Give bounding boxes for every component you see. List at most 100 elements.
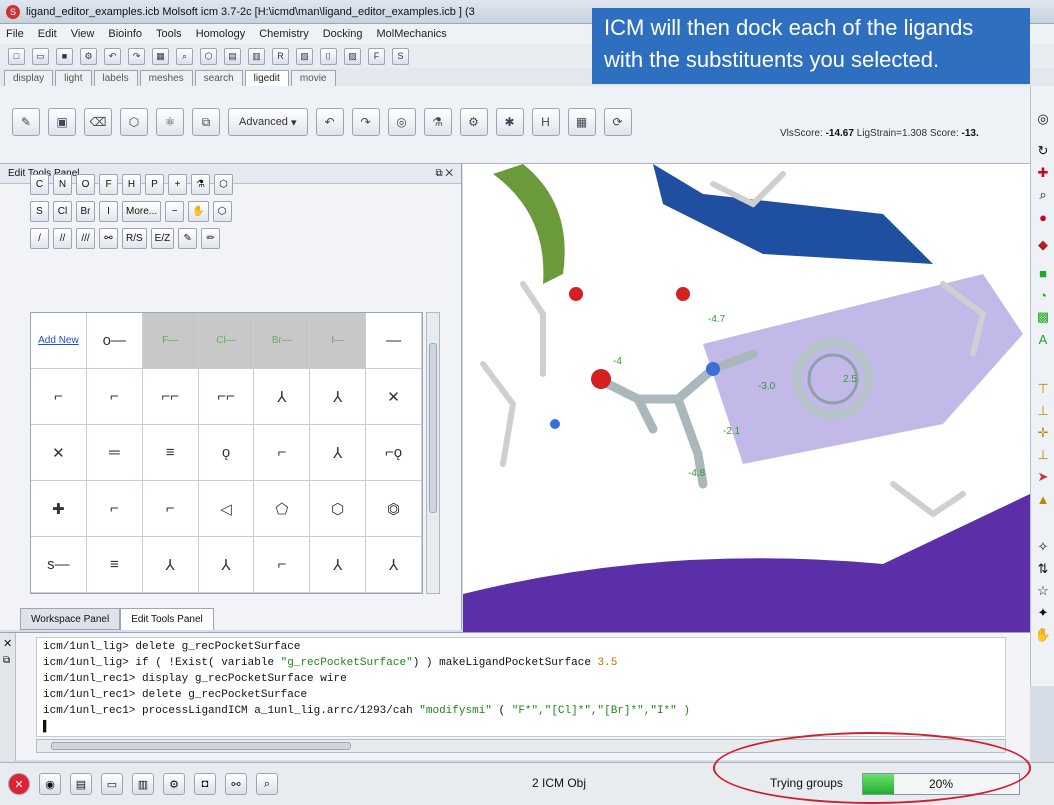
element-h-button[interactable]: H [122,174,141,195]
image-icon[interactable]: ▣ [48,108,76,136]
pencil-icon[interactable]: ✏ [201,228,221,249]
tab-ligedit[interactable]: ligedit [244,70,289,86]
dock-options-icon[interactable]: ⚙ [459,108,488,136]
open-folder-icon[interactable]: ▭ [32,47,49,65]
terminal-output[interactable]: icm/1unl_lig> delete g_recPocketSurface i… [36,637,1006,737]
color-icon[interactable]: ● [1034,208,1052,226]
element-f-button[interactable]: F [99,174,118,195]
fragment-cell[interactable]: o— [86,313,143,369]
record-icon[interactable]: ◉ [39,773,61,795]
hand-icon[interactable]: ✋ [1034,626,1052,644]
charge-plus-button[interactable]: + [168,174,187,195]
charge-minus-button[interactable]: − [165,201,185,222]
chem-table-icon[interactable]: ▧ [296,47,313,65]
flask-icon[interactable]: ⚗ [191,174,210,195]
copy-icon[interactable]: ⧉ [192,108,220,136]
align-mid-icon[interactable]: ⊥ [1034,402,1052,420]
double-bond-icon[interactable]: // [53,228,72,249]
element-cl-button[interactable]: Cl [53,201,72,222]
cursor-icon[interactable]: ➤ [1034,468,1052,486]
link-icon[interactable]: ⚯ [99,228,118,249]
menu-view[interactable]: View [71,28,95,40]
undo-icon[interactable]: ↶ [104,47,121,65]
sketch-icon[interactable]: ✎ [12,108,40,136]
surface-icon[interactable]: ◆ [1034,236,1052,254]
close-icon[interactable]: ✕ [445,168,453,179]
float-icon[interactable]: ⧉ [435,168,442,179]
menu-docking[interactable]: Docking [323,28,363,40]
molecule-icon[interactable]: ⬡ [200,47,217,65]
menu-file[interactable]: File [6,28,24,40]
element-o-button[interactable]: O [76,174,95,195]
fragment-cell[interactable]: ✕ [366,369,422,425]
chem-icon[interactable]: ▨ [344,47,361,65]
close-icon[interactable]: ✕ [3,637,12,650]
tab-light[interactable]: light [55,70,92,86]
chart-icon[interactable]: ▥ [248,47,265,65]
rotate-icon[interactable]: ↻ [1034,142,1052,160]
minimize-icon[interactable]: ✱ [495,108,524,136]
fragment-cell[interactable]: ⌐ [254,537,311,593]
s-icon[interactable]: S [392,47,409,65]
fragment-cell[interactable]: ⌐ [254,425,311,481]
add-new-link[interactable]: Add New [31,313,87,369]
wand-icon[interactable]: ✧ [1034,538,1052,556]
scrollbar-thumb[interactable] [429,343,437,513]
tab-meshes[interactable]: meshes [139,70,193,86]
fragment-cell[interactable]: ✚ [31,481,87,537]
menu-edit[interactable]: Edit [38,28,57,40]
new-file-icon[interactable]: □ [8,47,25,65]
advanced-button[interactable]: Advanced ▾ [228,108,308,136]
tab-display[interactable]: display [4,70,54,86]
element-n-button[interactable]: N [53,174,72,195]
fragment-icon[interactable]: ⬡ [120,108,148,136]
fragment-cell[interactable]: I— [310,313,367,369]
dock-icon[interactable]: ⚗ [423,108,452,136]
tab-edit-tools-panel[interactable]: Edit Tools Panel [120,608,214,630]
fragment-cell[interactable]: ✕ [31,425,87,481]
single-bond-icon[interactable]: / [30,228,49,249]
fragment-cell[interactable]: ⅄ [310,537,367,593]
fragment-cell[interactable]: ⅄ [142,537,199,593]
fragment-cell[interactable]: Br— [254,313,311,369]
fragment-cell[interactable]: ⬡ [310,481,367,537]
tab-search[interactable]: search [194,70,243,86]
element-p-button[interactable]: P [145,174,164,195]
fragment-cell[interactable]: ≡ [142,425,199,481]
save-icon[interactable]: ■ [56,47,73,65]
float-icon[interactable]: ⧉ [3,655,10,666]
refresh-icon[interactable]: ⟳ [603,108,632,136]
fragment-cell[interactable]: ◁ [198,481,255,537]
redo-icon[interactable]: ↷ [351,108,380,136]
fragment-cell[interactable]: ⌐ [86,481,143,537]
table-icon[interactable]: ▦ [567,108,596,136]
camera-icon[interactable]: ◘ [194,773,216,795]
fragment-cell[interactable]: ≡ [86,537,143,593]
stop-icon[interactable]: ✕ [8,773,30,795]
sparkle-icon[interactable]: ✦ [1034,604,1052,622]
sort-icon[interactable]: ⇅ [1034,560,1052,578]
scrollbar-thumb[interactable] [51,742,351,750]
fragment-cell[interactable]: ⌐ [142,481,199,537]
workspace-icon[interactable]: ▤ [70,773,92,795]
element-br-button[interactable]: Br [76,201,95,222]
fragment-cell[interactable]: ⬠ [254,481,311,537]
ez-button[interactable]: E/Z [150,228,175,249]
r-group-icon[interactable]: R [272,47,289,65]
element-i-button[interactable]: I [99,201,118,222]
fragment-cell[interactable]: ⅄ [366,537,422,593]
lock-icon[interactable]: ▲ [1034,490,1052,508]
ligand-icon[interactable]: ⚛ [156,108,184,136]
fragment-cell[interactable]: ⌐ǫ [366,425,422,481]
star-icon[interactable]: ☆ [1034,582,1052,600]
rs-button[interactable]: R/S [122,228,147,249]
undo-icon[interactable]: ↶ [315,108,344,136]
box-icon[interactable]: ■ [1034,264,1052,282]
ring-icon[interactable]: ⬡ [214,174,233,195]
menu-molmechanics[interactable]: MolMechanics [376,28,446,40]
fragment-icon[interactable]: ⬡ [212,201,232,222]
fragment-cell[interactable]: s— [31,537,87,593]
bracket-icon[interactable]: ⌷ [320,47,337,65]
redo-icon[interactable]: ↷ [128,47,145,65]
hand-icon[interactable]: ✋ [188,201,209,222]
